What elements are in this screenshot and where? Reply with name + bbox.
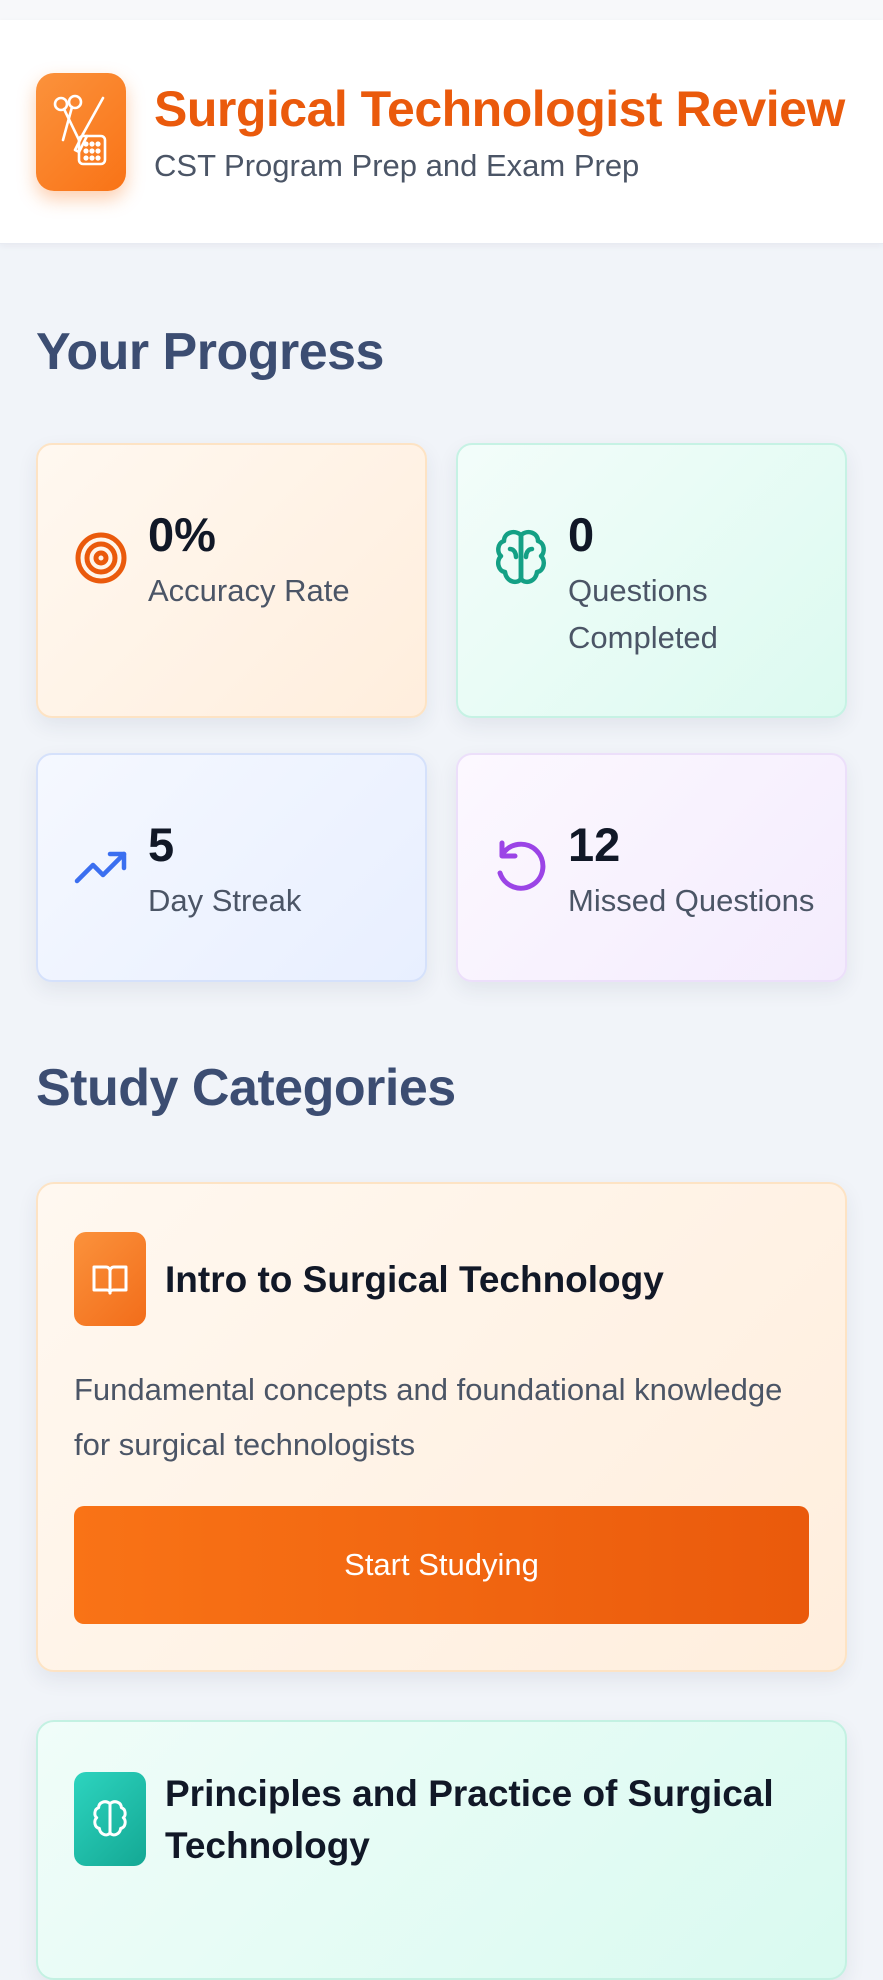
- app-header: Surgical Technologist Review CST Program…: [0, 20, 883, 244]
- app-title: Surgical Technologist Review: [154, 80, 845, 137]
- app-subtitle: CST Program Prep and Exam Prep: [154, 147, 640, 183]
- target-icon: [74, 525, 128, 591]
- brain-icon: [494, 525, 548, 591]
- surgical-tools-icon: [36, 72, 126, 191]
- categories-heading: Study Categories: [36, 1059, 456, 1117]
- category-card: Intro to Surgical Technology Fundamental…: [36, 1182, 847, 1672]
- stat-value: 0%: [148, 508, 216, 561]
- brain-icon: [74, 1772, 146, 1866]
- stat-card-missed-questions[interactable]: 12 Missed Questions: [456, 753, 847, 982]
- stat-value: 5: [148, 818, 175, 871]
- stat-value: 0: [568, 508, 595, 561]
- start-studying-button[interactable]: Start Studying: [74, 1506, 809, 1624]
- stat-label: Missed Questions: [568, 883, 815, 918]
- stat-card-questions-completed: 0 Questions Completed: [456, 443, 847, 718]
- stat-card-day-streak: 5 Day Streak: [36, 753, 427, 982]
- stat-label: Day Streak: [148, 883, 302, 918]
- category-description: Fundamental concepts and foundational kn…: [74, 1372, 783, 1462]
- rotate-ccw-icon: [494, 835, 548, 901]
- trending-up-icon: [74, 835, 128, 901]
- category-title: Intro to Surgical Technology: [165, 1259, 664, 1300]
- stat-label: Accuracy Rate: [148, 573, 350, 608]
- book-open-icon: [74, 1232, 146, 1326]
- stat-card-accuracy: 0% Accuracy Rate: [36, 443, 427, 718]
- status-strip: [0, 0, 883, 20]
- progress-heading: Your Progress: [36, 323, 384, 381]
- stat-value: 12: [568, 818, 621, 871]
- category-card: Principles and Practice of Surgical Tech…: [36, 1720, 847, 1980]
- category-title: Principles and Practice of Surgical Tech…: [165, 1773, 774, 1866]
- stat-label: Questions Completed: [568, 573, 718, 655]
